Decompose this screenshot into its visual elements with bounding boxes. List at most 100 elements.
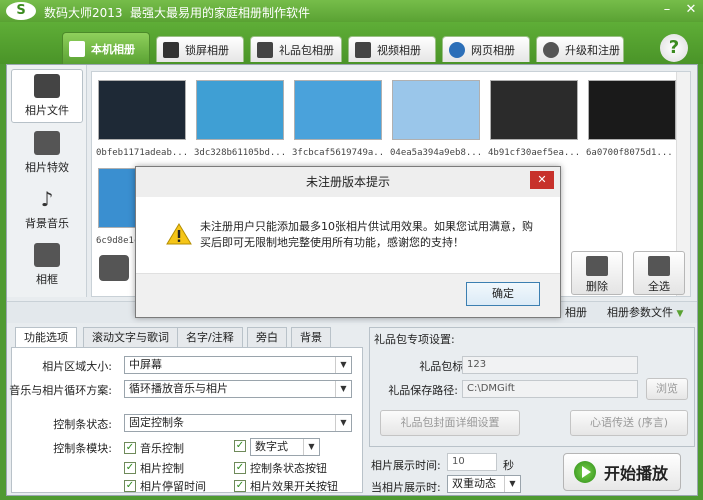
start-play-button[interactable]: 开始播放	[563, 453, 681, 491]
gift-settings-panel: 礼品包专项设置: 礼品包标题: 123 礼品保存路径: C:\DMGift 浏览…	[369, 327, 695, 447]
music-note-icon: ♪	[40, 187, 54, 211]
gift-cover-button[interactable]: 礼品包封面详细设置	[380, 410, 520, 436]
nav-picture-frame[interactable]: 相框	[11, 239, 83, 293]
bar-state-checkbox[interactable]: ✓ 控制条状态按钮	[234, 460, 327, 476]
settings-panel: 功能选项 滚动文字与歌词 名字/注释 旁白 背景 相片区域大小: 中屏幕 ▼ 音…	[9, 327, 363, 494]
photo-thumbnail[interactable]	[588, 80, 676, 140]
effect-switch-checkbox[interactable]: ✓ 相片效果开关按钮	[234, 478, 338, 494]
check-icon: ✓	[234, 462, 246, 474]
gift-header: 礼品包专项设置:	[374, 333, 455, 346]
ok-button[interactable]: 确定	[466, 282, 540, 306]
title-bar: S 数码大师2013 最强大最易用的家庭相册制作软件 – ✕	[0, 0, 703, 22]
globe-icon	[543, 41, 559, 58]
show-time-field[interactable]: 10	[447, 453, 497, 471]
photo-caption: 3dc328b61105bd...	[194, 148, 286, 158]
chevron-down-icon: ▼	[335, 415, 351, 431]
help-button[interactable]: ?	[660, 34, 688, 62]
control-state-select[interactable]: 固定控制条 ▼	[124, 414, 352, 432]
gift-icon	[257, 41, 273, 58]
check-icon: ✓	[234, 440, 246, 452]
control-state-label: 控制条状态:	[53, 418, 112, 431]
nav-photo-effects[interactable]: 相片特效	[11, 127, 83, 181]
chevron-down-icon: ▼	[335, 381, 351, 397]
photo-thumbnail[interactable]	[294, 80, 382, 140]
camera-icon	[34, 74, 60, 98]
control-module-label: 控制条模块:	[53, 442, 112, 455]
photo-caption: 0bfeb1171adeab...	[96, 148, 188, 158]
current-show-select[interactable]: 双重动态 ▼	[447, 475, 521, 493]
monitor-icon	[163, 41, 179, 58]
area-size-select[interactable]: 中屏幕 ▼	[124, 356, 352, 374]
function-options-panel: 相片区域大小: 中屏幕 ▼ 音乐与相片循环方案: 循环播放音乐与相片 ▼ 控制条…	[9, 347, 363, 494]
photo-thumbnail[interactable]	[490, 80, 578, 140]
close-button[interactable]: ✕	[680, 0, 702, 20]
chevron-down-icon: ▼	[303, 439, 319, 455]
check-icon: ✓	[124, 442, 136, 454]
tab-gift-album[interactable]: 礼品包相册	[250, 36, 342, 62]
loop-select[interactable]: 循环播放音乐与相片 ▼	[124, 380, 352, 398]
unregistered-dialog: 未注册版本提示 ✕ 未注册用户只能添加最多10张相片供试用效果。如果您试用满意，…	[135, 166, 561, 318]
main-tab-bar: 本机相册 锁屏相册 礼品包相册 视频相册 网页相册 升级和注册 ?	[0, 22, 703, 64]
tab-scroll-text[interactable]: 滚动文字与歌词	[83, 327, 178, 347]
select-all-button[interactable]: 全选	[633, 251, 685, 295]
delete-button[interactable]: 删除	[571, 251, 623, 295]
photo-thumbnail[interactable]	[98, 80, 186, 140]
app-slogan: 最强大最易用的家庭相册制作软件	[130, 6, 311, 20]
app-title: 数码大师2013	[44, 6, 123, 20]
tab-upgrade-register[interactable]: 升级和注册	[536, 36, 624, 62]
tab-local-album[interactable]: 本机相册	[62, 32, 150, 64]
dwell-time-checkbox[interactable]: ✓ 相片停留时间	[124, 478, 206, 494]
tab-web-album[interactable]: 网页相册	[442, 36, 530, 62]
loop-label: 音乐与相片循环方案:	[9, 384, 112, 397]
photo-caption: 4b91cf30aef5ea...	[488, 148, 580, 158]
show-time-unit: 秒	[503, 459, 514, 472]
effects-icon	[34, 131, 60, 155]
chevron-down-icon: ▼	[504, 476, 520, 492]
gift-path-label: 礼品保存路径:	[388, 384, 458, 397]
play-icon	[574, 461, 596, 483]
tab-narration[interactable]: 旁白	[247, 327, 287, 347]
chevron-down-icon: ▼	[676, 309, 684, 319]
current-show-label: 当相片展示时:	[371, 481, 441, 494]
check-icon: ✓	[124, 462, 136, 474]
check-icon: ✓	[124, 480, 136, 492]
tab-name-notes[interactable]: 名字/注释	[177, 327, 243, 347]
gift-path-field[interactable]: C:\DMGift	[462, 380, 638, 398]
gift-title-field[interactable]: 123	[462, 356, 638, 374]
show-time-label: 相片展示时间:	[371, 459, 441, 472]
tab-background[interactable]: 背景	[291, 327, 331, 347]
tab-video-album[interactable]: 视频相册	[348, 36, 436, 62]
photo-control-checkbox[interactable]: ✓ 相片控制	[124, 460, 184, 476]
album-button[interactable]: 相册	[559, 304, 593, 322]
app-logo: S	[6, 2, 36, 20]
picture-frame-icon	[34, 243, 60, 267]
photo-caption: 6a0700f8075d1...	[586, 148, 673, 158]
grid-icon	[648, 256, 670, 276]
minimize-button[interactable]: –	[656, 0, 678, 20]
photo-thumbnail[interactable]	[196, 80, 284, 140]
area-size-label: 相片区域大小:	[42, 360, 112, 373]
tab-function-options[interactable]: 功能选项	[15, 327, 77, 347]
browse-button[interactable]: 浏览	[646, 378, 688, 400]
dialog-close-button[interactable]: ✕	[530, 171, 554, 189]
heart-message-button[interactable]: 心语传送 (序言)	[570, 410, 688, 436]
nav-photo-files[interactable]: 相片文件	[11, 69, 83, 123]
ie-icon	[449, 41, 465, 58]
digital-style-select[interactable]: 数字式 ▼	[250, 438, 320, 456]
photo-album-icon	[69, 40, 85, 57]
photo-caption: 04ea5a394a9eb8...	[390, 148, 482, 158]
album-params-button[interactable]: 相册参数文件 ▼	[601, 304, 689, 322]
warning-icon	[166, 223, 192, 245]
trash-icon	[586, 256, 608, 276]
nav-background-music[interactable]: ♪ 背景音乐	[11, 183, 83, 237]
dialog-message: 未注册用户只能添加最多10张相片供试用效果。如果您试用满意，购买后即可无限制地完…	[200, 220, 533, 249]
film-icon	[355, 41, 371, 58]
camera-add-icon[interactable]	[99, 255, 129, 281]
chevron-down-icon: ▼	[335, 357, 351, 373]
left-nav: 相片文件 相片特效 ♪ 背景音乐 相框	[7, 65, 87, 297]
dialog-title: 未注册版本提示 ✕	[136, 167, 560, 197]
digital-checkbox[interactable]: ✓	[234, 440, 246, 452]
music-control-checkbox[interactable]: ✓ 音乐控制	[124, 440, 184, 456]
photo-thumbnail[interactable]	[392, 80, 480, 140]
tab-lockscreen-album[interactable]: 锁屏相册	[156, 36, 244, 62]
